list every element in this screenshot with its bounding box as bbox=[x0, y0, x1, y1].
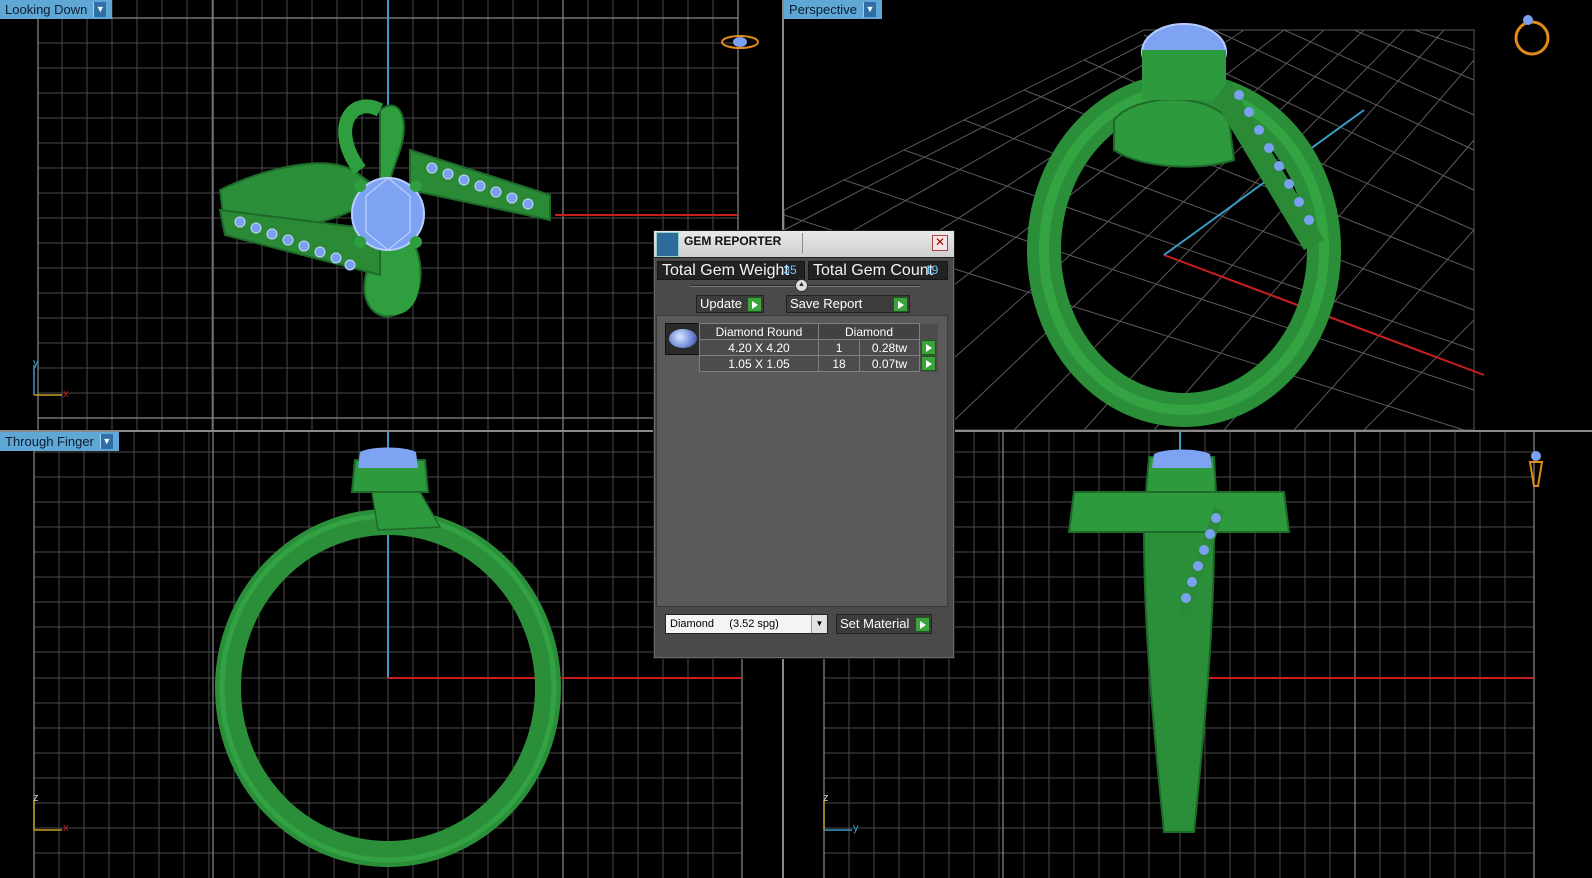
perspective-nav-icon bbox=[1514, 15, 1550, 56]
gem-count: 1 bbox=[817, 339, 861, 356]
total-gem-weight-label: Total Gem Weight bbox=[662, 262, 789, 279]
viewport-label-through-finger[interactable]: Through Finger ▼ bbox=[0, 432, 119, 451]
viewport-label-text: Through Finger bbox=[5, 434, 94, 449]
gem-weight: 0.28tw bbox=[859, 339, 920, 356]
axis-gizmo bbox=[823, 800, 852, 831]
save-report-button[interactable]: Save Report bbox=[786, 295, 910, 313]
chevron-down-icon[interactable]: ▼ bbox=[99, 434, 113, 449]
total-gem-weight-field: Total Gem Weight .35 bbox=[657, 261, 805, 280]
table-header-row: Diamond Round Diamond bbox=[699, 323, 938, 340]
axis-label-v: z bbox=[823, 792, 829, 804]
gem-size: 4.20 X 4.20 bbox=[699, 339, 819, 356]
play-icon bbox=[747, 297, 762, 312]
gem-reporter-dialog: GEM REPORTER ✕ Total Gem Weight .35 Tota… bbox=[653, 230, 955, 659]
gem-reporter-app-icon bbox=[656, 232, 679, 257]
update-button[interactable]: Update bbox=[696, 295, 764, 313]
chevron-down-icon[interactable]: ▼ bbox=[862, 2, 876, 17]
axis-label-v: y bbox=[33, 357, 39, 369]
gem-oval-icon bbox=[669, 329, 697, 348]
gem-list-panel: Diamond Round Diamond 4.20 X 4.20 1 0.28… bbox=[656, 315, 948, 607]
viewport-label-perspective[interactable]: Perspective ▼ bbox=[784, 0, 882, 19]
save-report-button-label: Save Report bbox=[790, 296, 863, 311]
material-select-value: Diamond (3.52 spg) bbox=[670, 618, 779, 630]
viewport-label-text: Looking Down bbox=[5, 2, 88, 17]
total-gem-count-label: Total Gem Count bbox=[813, 262, 934, 279]
material-select[interactable]: Diamond (3.52 spg) ▼ bbox=[665, 614, 828, 634]
close-icon[interactable]: ✕ bbox=[932, 235, 948, 251]
axis-label-h: x bbox=[63, 822, 69, 834]
play-icon bbox=[893, 297, 908, 312]
viewport-label-looking-down[interactable]: Looking Down ▼ bbox=[0, 0, 113, 19]
gem-weight: 0.07tw bbox=[859, 355, 920, 372]
gem-count: 18 bbox=[817, 355, 861, 372]
dialog-title: GEM REPORTER bbox=[684, 234, 782, 248]
header-shape: Diamond Round bbox=[699, 323, 819, 340]
axis-gizmo bbox=[33, 800, 62, 831]
slider-knob[interactable]: ▲ bbox=[795, 279, 808, 292]
play-icon bbox=[915, 617, 930, 632]
total-gem-count-value: 19 bbox=[925, 263, 939, 277]
total-gem-weight-value: .35 bbox=[780, 263, 797, 277]
dialog-titlebar[interactable]: GEM REPORTER ✕ bbox=[654, 231, 954, 258]
axis-label-h: x bbox=[63, 388, 69, 400]
ring-side-view bbox=[1067, 449, 1291, 833]
set-material-label: Set Material bbox=[840, 616, 910, 631]
update-button-label: Update bbox=[700, 296, 742, 311]
diamond-thumbnail[interactable] bbox=[665, 323, 701, 355]
chevron-down-icon[interactable]: ▼ bbox=[811, 615, 827, 633]
gem-size: 1.05 X 1.05 bbox=[699, 355, 819, 372]
table-row[interactable]: 4.20 X 4.20 1 0.28tw bbox=[699, 339, 938, 356]
table-row[interactable]: 1.05 X 1.05 18 0.07tw bbox=[699, 355, 938, 372]
chevron-down-icon[interactable]: ▼ bbox=[93, 2, 107, 17]
axis-label-h: y bbox=[853, 822, 859, 834]
viewport-label-text: Perspective bbox=[789, 2, 857, 17]
total-gem-count-field: Total Gem Count 19 bbox=[808, 261, 948, 280]
axis-label-v: z bbox=[33, 792, 39, 804]
gem-table: Diamond Round Diamond 4.20 X 4.20 1 0.28… bbox=[699, 323, 938, 372]
ring-nav-icon bbox=[721, 35, 759, 49]
side-nav-icon bbox=[1528, 451, 1544, 487]
ring-top-view bbox=[218, 99, 551, 318]
row-select-play-icon[interactable] bbox=[921, 340, 936, 356]
titlebar-separator bbox=[802, 233, 803, 253]
header-material: Diamond bbox=[818, 323, 920, 340]
row-select-play-icon[interactable] bbox=[921, 356, 937, 372]
set-material-button[interactable]: Set Material bbox=[836, 614, 932, 634]
